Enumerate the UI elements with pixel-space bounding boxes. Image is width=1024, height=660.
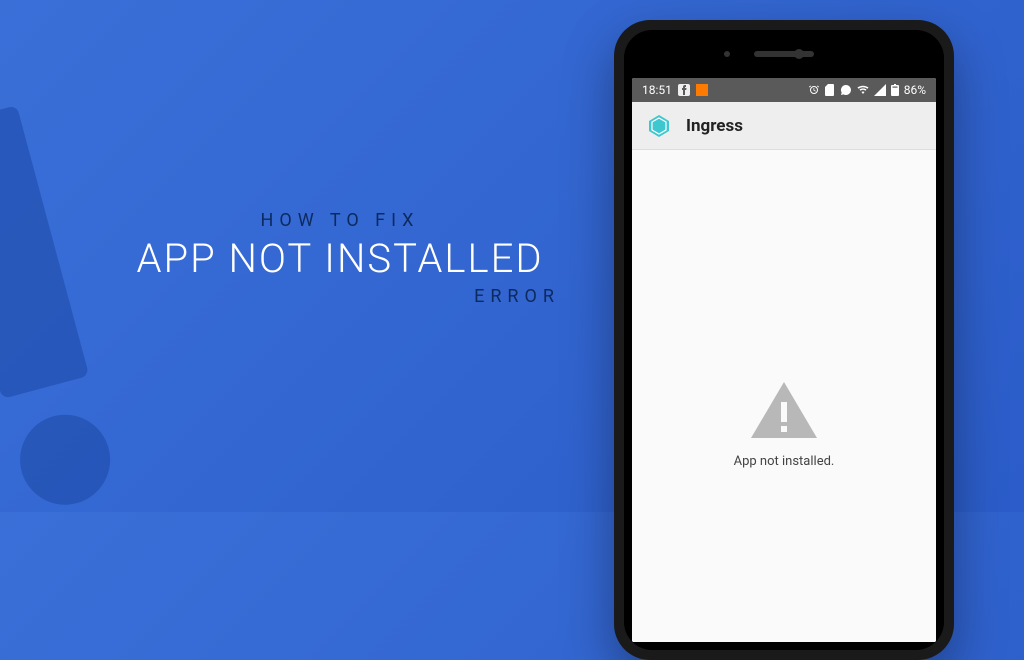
status-bar: 18:51 [632,78,936,102]
sd-icon [825,84,835,96]
warning-icon [749,380,819,440]
app-bar: Ingress [632,102,936,150]
notification-icon [696,84,708,96]
exclamation-dot [10,405,120,515]
error-message: App not installed. [734,454,835,469]
phone-frame: 18:51 [614,20,954,660]
status-time: 18:51 [642,83,672,97]
phone-top-bezel [624,30,944,78]
ingress-app-icon [646,113,672,139]
phone-sensor [724,51,730,57]
chat-icon [840,84,852,96]
headline-block: HOW TO FIX APP NOT INSTALLED ERROR [120,210,560,307]
headline-line3: ERROR [120,286,560,307]
exclamation-bar [0,105,89,399]
alarm-icon [808,84,820,96]
phone-camera [794,49,804,59]
phone-screen: 18:51 [632,78,936,642]
phone-speaker [754,51,814,57]
app-content: App not installed. [632,150,936,642]
app-title: Ingress [686,116,743,136]
phone-body: 18:51 [624,30,944,650]
battery-percentage: 86% [904,83,926,97]
status-bar-right: 86% [808,83,926,97]
facebook-icon [678,84,690,96]
headline-line2: APP NOT INSTALLED [120,235,560,282]
wifi-icon [857,85,869,95]
signal-icon [874,84,886,96]
battery-icon [891,84,899,96]
headline-line1: HOW TO FIX [120,210,560,231]
status-bar-left: 18:51 [642,83,708,97]
exclamation-graphic [0,105,120,515]
